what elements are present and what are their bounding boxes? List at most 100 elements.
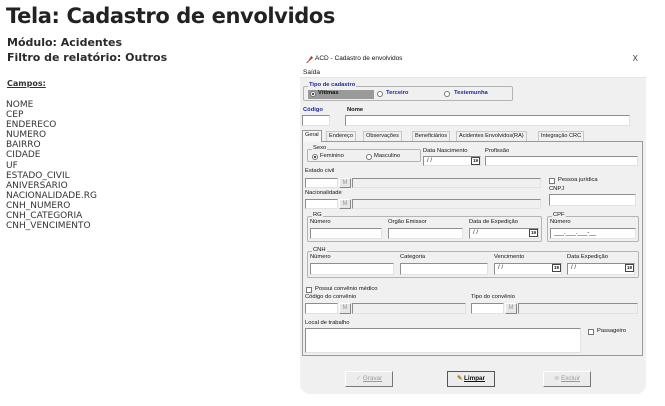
- cnh-numero-label: Número: [310, 254, 331, 260]
- pessoa-juridica-label: Pessoa jurídica: [558, 177, 598, 183]
- passageiro-checkbox[interactable]: [588, 329, 594, 335]
- rg-data-input[interactable]: / / 19: [469, 228, 539, 239]
- cnh-legend: CNH: [312, 247, 327, 254]
- tab-panel-geral: Sexo Feminino Masculino Data Nascimento …: [302, 141, 643, 356]
- gravar-button[interactable]: ✓ Gravar: [345, 371, 393, 387]
- field-item: CNH_NUMERO: [6, 200, 71, 211]
- window-titlebar[interactable]: ACD - Cadastro de envolvidos X: [300, 52, 646, 67]
- local-trabalho-textarea[interactable]: [305, 328, 581, 353]
- data-nascimento-value: / /: [427, 158, 433, 164]
- radio-feminino[interactable]: [312, 154, 318, 160]
- data-nascimento-input[interactable]: / / 19: [423, 156, 481, 166]
- field-item: CNH_CATEGORIA: [6, 211, 83, 222]
- tipo-convenio-input[interactable]: [471, 303, 504, 314]
- profissao-input[interactable]: [485, 156, 638, 166]
- field-item: BAIRRO: [6, 140, 41, 151]
- estado-civil-code-input[interactable]: [305, 178, 338, 188]
- radio-terceiro[interactable]: [377, 91, 383, 97]
- radio-vitimas-label: Vítimas: [318, 90, 339, 96]
- estado-civil-lookup-button[interactable]: M: [339, 178, 351, 188]
- field-item: ENDERECO: [6, 120, 57, 131]
- field-item: NACIONALIDADE.RG: [6, 190, 97, 201]
- nome-input[interactable]: [345, 115, 630, 126]
- limpar-label: Limpar: [464, 375, 486, 382]
- sexo-group: Sexo Feminino Masculino: [307, 145, 421, 162]
- tab-acidentes-envolvidos[interactable]: Acidentes Envolvidos(RA): [456, 131, 527, 141]
- tab-beneficiarios[interactable]: Beneficiários: [412, 131, 451, 141]
- fields-heading: Campos:: [7, 79, 46, 88]
- codigo-input[interactable]: [302, 115, 330, 126]
- app-window: ACD - Cadastro de envolvidos X Saída Tip…: [300, 52, 646, 394]
- cnpj-input[interactable]: [549, 194, 636, 206]
- data-nascimento-label: Data Nascimento: [423, 148, 468, 154]
- tab-geral[interactable]: Geral: [302, 130, 322, 142]
- field-item: NOME: [6, 100, 34, 110]
- tab-observacoes[interactable]: Observações: [363, 131, 402, 141]
- radio-vitimas[interactable]: [310, 91, 316, 97]
- rg-data-value: / /: [473, 230, 479, 236]
- convenio-checkbox[interactable]: [306, 287, 312, 293]
- cpf-input[interactable]: ___.___.___-__: [550, 228, 636, 239]
- calendar-icon[interactable]: 19: [552, 264, 561, 272]
- radio-masculino-label: Masculino: [374, 153, 401, 159]
- cnh-categoria-input[interactable]: [400, 263, 488, 275]
- report-filter-label: Filtro de relatório: Outros: [7, 51, 168, 64]
- nome-label: Nome: [347, 107, 364, 113]
- menu-bar: Saída: [300, 67, 646, 78]
- codigo-convenio-desc-input: [352, 303, 466, 314]
- menu-item-saida[interactable]: Saída: [303, 69, 320, 76]
- cnh-data-exp-input[interactable]: / / 19: [567, 263, 635, 275]
- estado-civil-label: Estado civil: [305, 168, 335, 174]
- close-icon[interactable]: X: [633, 54, 638, 63]
- convenio-check-label: Possui convênio médico: [315, 286, 378, 292]
- cnh-numero-input[interactable]: [310, 263, 394, 275]
- passageiro-label: Passageiro: [597, 328, 627, 334]
- app-icon: [305, 55, 314, 64]
- tipo-convenio-lookup-button[interactable]: M: [505, 303, 517, 314]
- estado-civil-desc-input: [352, 178, 541, 188]
- tipo-cadastro-legend: Tipo de cadastro: [308, 82, 357, 89]
- nacionalidade-label: Nacionalidade: [305, 190, 342, 196]
- calendar-icon[interactable]: 19: [529, 229, 538, 237]
- radio-testemunha-label: Testemunha: [454, 90, 488, 96]
- radio-testemunha[interactable]: [444, 91, 450, 97]
- excluir-button[interactable]: ⊗ Excluir: [543, 371, 591, 387]
- module-label: Módulo: Acidentes: [7, 36, 123, 49]
- calendar-icon[interactable]: 19: [625, 264, 634, 272]
- nacionalidade-lookup-button[interactable]: M: [339, 199, 351, 209]
- radio-masculino[interactable]: [366, 154, 372, 160]
- codigo-convenio-lookup-button[interactable]: M: [339, 303, 351, 314]
- field-item: UF: [6, 160, 18, 171]
- tab-integracao-crc[interactable]: Integração CRC: [538, 131, 585, 141]
- excluir-label: Excluir: [561, 375, 580, 382]
- radio-feminino-label: Feminino: [320, 153, 344, 159]
- codigo-convenio-input[interactable]: [305, 303, 338, 314]
- sexo-legend: Sexo: [312, 145, 328, 152]
- nacionalidade-desc-input: [352, 199, 541, 209]
- rg-data-label: Data de Expedição: [469, 219, 518, 225]
- limpar-button[interactable]: ✎ Limpar: [447, 371, 495, 387]
- cpf-numero-label: Número: [550, 219, 571, 225]
- cnh-data-exp-label: Data Expedição: [567, 254, 608, 260]
- field-item: ANIVERSARIO: [6, 180, 68, 191]
- rg-orgao-input[interactable]: [388, 228, 463, 239]
- cnh-vencimento-input[interactable]: / / 19: [494, 263, 562, 275]
- radio-terceiro-label: Terceiro: [386, 90, 409, 96]
- fields-list: NOME CEP ENDERECO NUMERO BAIRRO CIDADE U…: [6, 100, 97, 231]
- gravar-label: Gravar: [362, 375, 383, 382]
- tab-endereco[interactable]: Endereço: [326, 131, 356, 141]
- rg-numero-input[interactable]: [310, 228, 382, 239]
- nacionalidade-code-input[interactable]: [305, 199, 338, 209]
- window-title: ACD - Cadastro de envolvidos: [315, 55, 403, 62]
- rg-group: RG Número Orgão Emissor Data de Expediçã…: [307, 212, 542, 242]
- page-title: Tela: Cadastro de envolvidos: [6, 4, 336, 28]
- cnh-group: CNH Número Categoria Vencimento / / 19 D…: [307, 247, 639, 278]
- rg-legend: RG: [312, 212, 323, 219]
- cnh-vencimento-label: Vencimento: [494, 254, 525, 260]
- calendar-icon[interactable]: 19: [471, 157, 480, 165]
- tipo-convenio-label: Tipo do convênio: [471, 294, 515, 300]
- codigo-label: Código: [303, 107, 323, 113]
- cpf-group: CPF Número ___.___.___-__: [547, 212, 639, 242]
- pessoa-juridica-checkbox[interactable]: [549, 178, 555, 184]
- field-item: CIDADE: [6, 150, 41, 161]
